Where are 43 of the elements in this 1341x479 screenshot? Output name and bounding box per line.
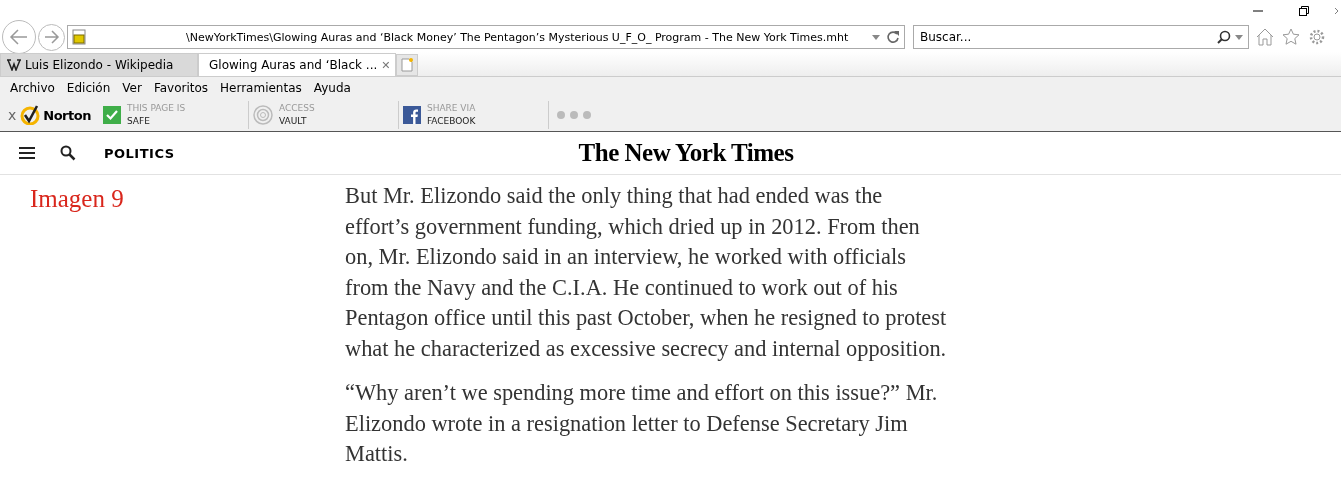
search-field[interactable]: Buscar... (913, 25, 1249, 49)
image-caption: Imagen 9 (29, 184, 125, 214)
back-icon (9, 29, 29, 45)
toolbar-item[interactable]: THIS PAGE IS SAFE (98, 101, 249, 129)
vault-icon (252, 105, 273, 125)
settings-icon[interactable] (1307, 27, 1327, 47)
search-icon[interactable] (1217, 30, 1231, 44)
norton-logo: Norton (43, 107, 91, 123)
section-link[interactable]: POLITICS (104, 145, 175, 161)
forward-button[interactable] (38, 23, 65, 51)
star-icon[interactable] (1281, 27, 1301, 47)
restore-icon[interactable] (1298, 5, 1310, 17)
address-bar[interactable]: \NewYorkTimes\Glowing Auras and ‘Black Money’ The Pentagon’s Mysterious U_F_O_ Program - The New York Times.mht (67, 25, 905, 49)
menu-item[interactable]: Favoritos (147, 81, 215, 95)
file-icon (72, 29, 86, 45)
new-tab-button[interactable] (396, 54, 418, 76)
close-tab-button[interactable]: ✕ (381, 58, 391, 72)
masthead-logo[interactable]: The New York Times (578, 139, 794, 167)
menu-item[interactable]: Ver (116, 81, 148, 95)
dropdown-icon[interactable] (872, 34, 880, 40)
menu-item[interactable]: Archivo (4, 81, 61, 95)
close-icon[interactable] (1335, 5, 1341, 17)
refresh-icon[interactable] (886, 30, 900, 44)
toolbar-item[interactable]: SHARE VIA FACEBOOK (398, 101, 549, 129)
home-icon[interactable] (1255, 27, 1275, 47)
menu-item[interactable]: Herramientas (214, 81, 308, 95)
check-icon (102, 106, 121, 124)
article-paragraph: “Why aren’t we spending more time and effort on this issue?” Mr. Elizondo wrote in a resignation letter to Defense Secretary Jim Mattis. (345, 379, 939, 468)
browser-tab[interactable]: Luis Elizondo - Wikipedia (0, 53, 198, 76)
wikipedia-icon (7, 59, 21, 71)
menu-item[interactable]: Edición (60, 81, 117, 95)
back-button[interactable] (2, 20, 36, 54)
menu-icon[interactable] (18, 146, 36, 160)
search-icon[interactable] (60, 145, 76, 161)
toolbar-item[interactable]: ACCESS VAULT (248, 101, 399, 129)
toolbar-close-button[interactable]: x (0, 107, 21, 123)
menu-item[interactable]: Ayuda (307, 81, 357, 95)
browser-tab[interactable]: Glowing Auras and ‘Black ... ✕ (198, 53, 396, 76)
dropdown-icon[interactable] (1235, 34, 1243, 40)
facebook-icon (402, 106, 421, 124)
forward-icon (43, 30, 60, 44)
article-paragraph: But Mr. Elizondo said the only thing that had ended was the effort’s government funding, which dried up in 2012. From then on, Mr. Elizondo said in an interview, he worked with officials from the Navy and the C.I.A. He continued to work out of his Pentagon office until this past October, when he resigned to protest what he characterized as excessive secrecy and internal opposition. (345, 182, 948, 363)
new-tab-icon (401, 58, 413, 72)
